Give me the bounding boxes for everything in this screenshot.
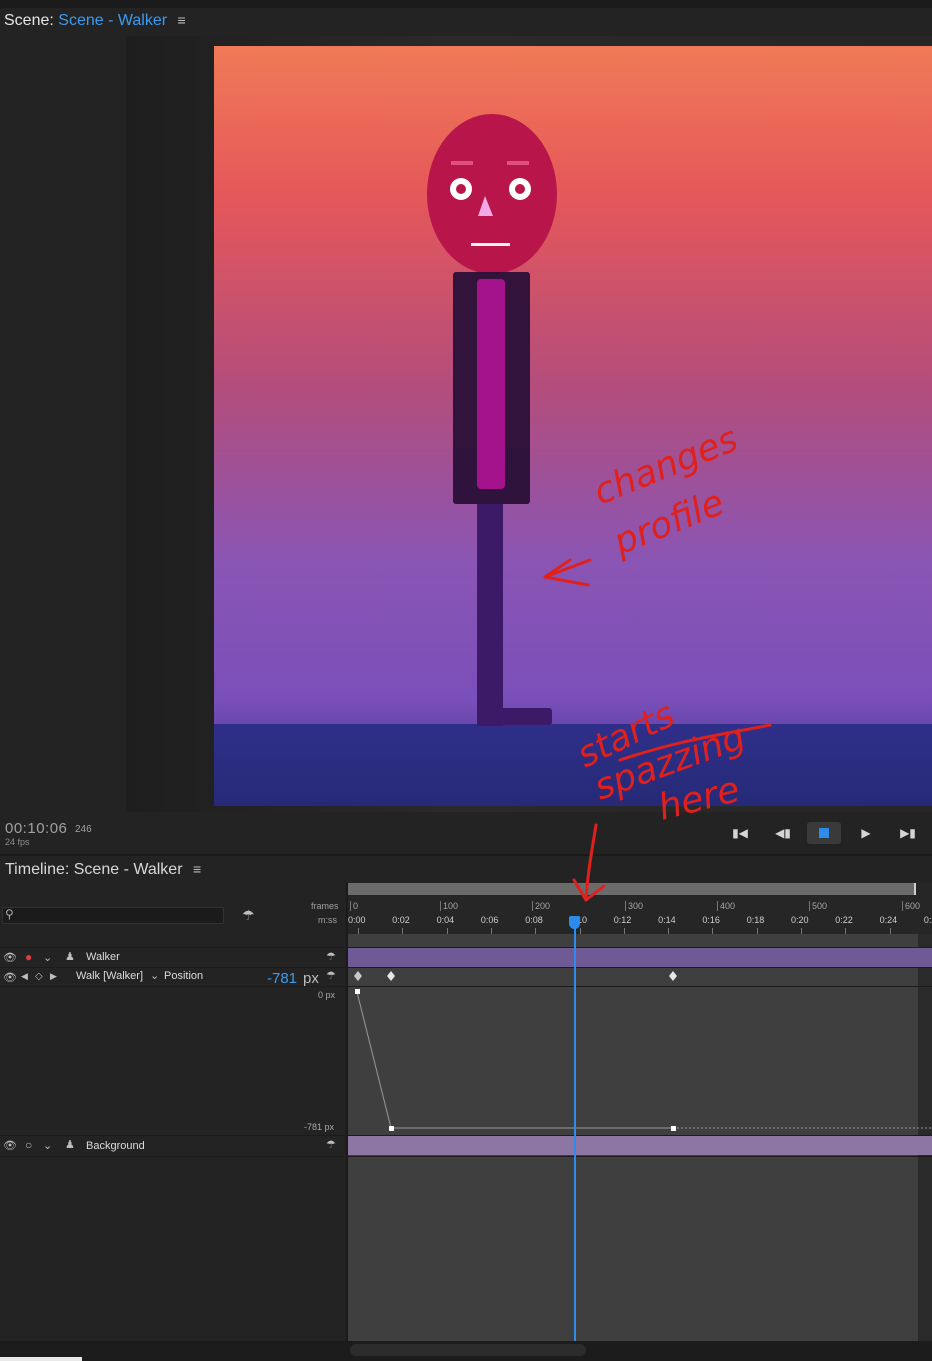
walker-left-brow xyxy=(451,161,473,165)
ruler-time-tick: 0:02 xyxy=(392,915,410,925)
stop-button[interactable] xyxy=(807,822,841,844)
step-back-button[interactable]: ◀▮ xyxy=(766,822,800,844)
solo-icon[interactable]: ☂ xyxy=(326,1138,336,1151)
background-track-name[interactable]: Background xyxy=(86,1140,145,1152)
horizontal-scrollbar[interactable] xyxy=(350,1344,586,1356)
stop-icon xyxy=(819,828,829,838)
ruler-frame-tick: 100 xyxy=(440,901,458,911)
ruler-time-tick: 0:16 xyxy=(702,915,720,925)
ruler-time-tick: 0:14 xyxy=(658,915,676,925)
ruler-frames-label: frames xyxy=(311,901,339,911)
hamburger-icon[interactable]: ≡ xyxy=(178,12,186,28)
ruler-frame-tick: 400 xyxy=(717,901,735,911)
walker-track-name[interactable]: Walker xyxy=(86,951,120,963)
skip-to-end-icon: ▶▮ xyxy=(900,826,916,840)
playback-range-end-handle[interactable] xyxy=(914,883,916,895)
timeline-title: Timeline: Scene - Walker ≡ xyxy=(5,861,201,879)
ruler-time-tick: 0:20 xyxy=(791,915,809,925)
chevron-down-icon[interactable]: ⌄ xyxy=(43,951,52,964)
solo-icon[interactable]: ☂ xyxy=(326,950,336,963)
graph-keyframe xyxy=(355,989,360,994)
frame-rate: 24 fps xyxy=(5,837,30,847)
play-icon: ▶ xyxy=(861,826,871,840)
property-name: Position xyxy=(164,970,204,982)
person-icon: ♟ xyxy=(65,951,75,963)
ruler-frame-tick: 500 xyxy=(809,901,827,911)
playhead-line[interactable] xyxy=(574,916,576,1341)
search-input[interactable] xyxy=(2,907,224,924)
ruler-frame-tick: 0 xyxy=(350,901,358,911)
skip-to-start-icon: ▮◀ xyxy=(732,826,748,840)
record-off-icon[interactable]: ○ xyxy=(25,1138,32,1152)
hamburger-icon[interactable]: ≡ xyxy=(193,861,201,877)
ruler-time-tick: 0:24 xyxy=(879,915,898,925)
behavior-name[interactable]: Walk [Walker] xyxy=(76,970,143,982)
keyframe-marker xyxy=(669,971,677,981)
step-back-icon: ◀▮ xyxy=(775,826,791,840)
graph-max-label: 0 px xyxy=(318,990,336,1000)
playback-range-bar[interactable] xyxy=(348,883,915,895)
keyframe-icon[interactable]: ◇ xyxy=(35,971,43,982)
position-curve xyxy=(356,991,673,1129)
ruler-frame-tick: 600 xyxy=(902,901,920,911)
ruler-frame-tick: 200 xyxy=(532,901,550,911)
current-timecode[interactable]: 00:10:06 xyxy=(5,820,67,837)
viewer-margin xyxy=(0,36,126,812)
walker-leg xyxy=(477,504,503,726)
ruler-time-tick: 0:04 xyxy=(436,915,455,925)
ruler-frame-tick: 300 xyxy=(625,901,643,911)
ruler-mss-label: m:ss xyxy=(318,915,337,925)
ruler-time-tick: 0:12 xyxy=(613,915,632,925)
position-graph[interactable] xyxy=(348,934,932,1341)
position-unit: px xyxy=(303,970,319,987)
ruler-time-tick: 0:22 xyxy=(835,915,853,925)
skip-to-end-button[interactable]: ▶▮ xyxy=(891,822,925,844)
scene-label: Scene: xyxy=(4,12,54,29)
ruler-time-tick: 0:26 xyxy=(923,915,932,925)
ruler-time-tick: 0:00 xyxy=(348,915,366,925)
person-icon: ♟ xyxy=(65,1139,75,1151)
walker-right-brow xyxy=(507,161,529,165)
playhead-handle[interactable] xyxy=(569,916,580,929)
skip-to-start-button[interactable]: ▮◀ xyxy=(723,822,757,844)
prev-keyframe-icon[interactable]: ◀ xyxy=(21,971,28,982)
chevron-down-icon[interactable]: ⌄ xyxy=(150,969,159,982)
current-frame: 246 xyxy=(75,824,92,835)
eye-icon[interactable]: 👁 xyxy=(3,951,17,964)
chevron-down-icon[interactable]: ⌄ xyxy=(43,1139,52,1152)
window-edge xyxy=(0,1357,82,1361)
play-button[interactable]: ▶ xyxy=(849,822,883,844)
search-icon: ⚲ xyxy=(5,907,14,921)
eye-icon[interactable]: 👁 xyxy=(3,1139,17,1152)
walker-character xyxy=(427,114,557,726)
ruler-time-tick: 0:08 xyxy=(525,915,543,925)
walker-arm xyxy=(477,279,505,489)
eye-icon[interactable]: 👁 xyxy=(3,971,17,984)
graph-min-label: -781 px xyxy=(304,1122,335,1132)
walker-mouth xyxy=(471,243,510,246)
keyframe-marker xyxy=(387,971,395,981)
graph-keyframe xyxy=(389,1126,394,1131)
walker-foot xyxy=(477,708,552,725)
scene-panel-title: Scene: Scene - Walker ≡ xyxy=(4,12,186,30)
ruler-time-tick: 0:18 xyxy=(746,915,765,925)
scene-selector-link[interactable]: Scene - Walker xyxy=(58,12,167,29)
timeline-title-text: Timeline: Scene - Walker xyxy=(5,861,183,878)
ruler-time-tick: 0:06 xyxy=(480,915,499,925)
next-keyframe-icon[interactable]: ▶ xyxy=(50,971,57,982)
record-icon[interactable]: ● xyxy=(25,950,32,964)
solo-mode-icon[interactable]: ☂ xyxy=(242,907,255,924)
solo-icon[interactable]: ☂ xyxy=(326,969,336,982)
keyframe-marker xyxy=(354,971,362,981)
position-value[interactable]: -781 xyxy=(267,970,297,987)
graph-keyframe xyxy=(671,1126,676,1131)
walker-head xyxy=(427,114,557,274)
